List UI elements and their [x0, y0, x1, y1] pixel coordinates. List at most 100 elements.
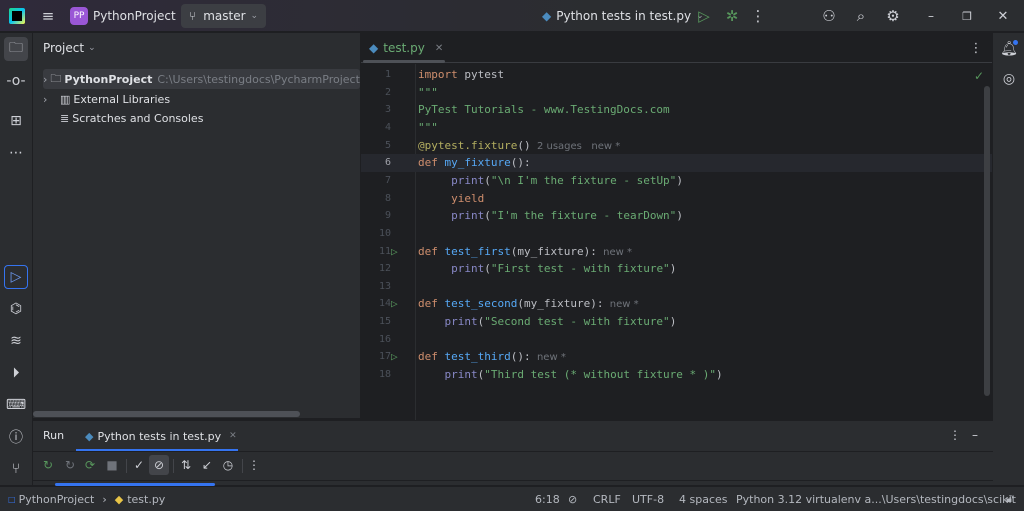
code-line[interactable]: 5 @pytest.fixture() 2 usages new * — [361, 137, 992, 155]
restore-icon[interactable]: ❐ — [956, 0, 978, 32]
sort-icon[interactable]: ⇅ — [176, 455, 196, 475]
run-tab-label: Python tests in test.py — [97, 429, 222, 443]
code-line[interactable]: 11 ▷ def test_first(my_fixture): new * — [361, 243, 992, 261]
run-tab[interactable]: ◆ Python tests in test.py ✕ — [85, 421, 237, 451]
stop-icon[interactable]: ■ — [102, 455, 122, 475]
tab-test-py[interactable]: ◆ test.py ✕ — [369, 33, 443, 63]
code-line[interactable]: 3 PyTest Tutorials - www.TestingDocs.com — [361, 101, 992, 119]
caret-position[interactable]: 6:18 — [535, 487, 560, 511]
close-tab-icon[interactable]: ✕ — [435, 43, 443, 54]
run-test-icon[interactable]: ▷ — [391, 243, 398, 261]
code-text: """ — [418, 119, 438, 137]
code-line[interactable]: 2 """ — [361, 84, 992, 102]
code-token: test_second — [444, 297, 518, 311]
show-passed-icon[interactable]: ✓ — [129, 455, 149, 475]
code-line[interactable]: 14 ▷ def test_second(my_fixture): new * — [361, 295, 992, 313]
line-ending[interactable]: CRLF — [593, 487, 621, 511]
code-token: """ — [418, 85, 438, 99]
vertical-scrollbar[interactable] — [984, 86, 990, 396]
project-panel-title[interactable]: Project ⌄ — [43, 41, 96, 55]
test-history-icon[interactable]: ◷ — [218, 455, 238, 475]
tree-item-external-libraries[interactable]: › ▥ External Libraries — [43, 89, 360, 109]
code-line[interactable]: 13 — [361, 278, 992, 296]
more-tools-icon[interactable]: ⋯ — [4, 141, 28, 165]
code-line[interactable]: 12 print("First test - with fixture") — [361, 260, 992, 278]
add-user-icon[interactable]: ⚇ — [818, 0, 840, 32]
main-menu-icon[interactable]: ≡ — [38, 0, 58, 32]
problems-icon[interactable]: ⓘ — [4, 425, 28, 449]
terminal-icon[interactable]: ⌨ — [4, 393, 28, 417]
code-line[interactable]: 10 — [361, 225, 992, 243]
show-ignored-icon[interactable]: ⊘ — [149, 455, 169, 475]
branch-selector[interactable]: ⑂ master ⌄ — [181, 4, 267, 28]
minimize-icon[interactable]: – — [920, 0, 942, 32]
code-token: ) — [669, 315, 677, 329]
rerun-icon[interactable]: ↻ — [38, 455, 58, 475]
run-tool-icon[interactable]: ▷ — [4, 265, 28, 289]
no-problems-check-icon: ✓ — [974, 69, 985, 83]
divider — [173, 459, 174, 473]
structure-icon[interactable]: ⊞ — [4, 109, 28, 133]
commit-icon[interactable]: -o- — [4, 69, 28, 93]
run-test-icon[interactable]: ▷ — [391, 348, 398, 366]
import-tests-icon[interactable]: ↙ — [197, 455, 217, 475]
notifications-icon[interactable]: 🔔︎ — [997, 37, 1021, 61]
more-icon[interactable]: ⋮ — [244, 455, 264, 475]
tree-item-pythonproject[interactable]: › 🗀 PythonProject C:\Users\testingdocs\P… — [43, 69, 360, 89]
line-number: 12 — [378, 263, 391, 275]
tree-item-scratches[interactable]: ≣ Scratches and Consoles — [43, 108, 360, 128]
git-icon[interactable]: ⑂ — [4, 457, 28, 481]
more-icon[interactable]: ⋮ — [947, 427, 963, 443]
code-token: "\n I'm the fixture - setUp" — [490, 173, 677, 187]
indent[interactable]: 4 spaces — [679, 487, 728, 511]
debug-icon[interactable]: ✲ — [722, 0, 742, 32]
services-icon[interactable]: ⏵ — [4, 361, 28, 385]
breadcrumb-file[interactable]: test.py — [127, 493, 165, 506]
code-line[interactable]: 16 — [361, 331, 992, 349]
run-test-icon[interactable]: ▷ — [391, 295, 398, 313]
chevron-right-icon[interactable]: › — [43, 73, 47, 86]
hide-icon[interactable]: – — [967, 427, 983, 443]
settings-icon[interactable]: ⚙ — [882, 0, 904, 32]
ai-assistant-icon[interactable]: ◎ — [997, 67, 1021, 91]
python-console-icon[interactable]: ⌬ — [4, 297, 28, 321]
no-inspections-icon[interactable]: ⊘ — [568, 487, 577, 511]
code-text: print("Third test (* without fixture * )… — [418, 366, 723, 384]
chevron-right-icon[interactable]: › — [43, 93, 57, 106]
rerun-failed-icon[interactable]: ↻ — [60, 455, 80, 475]
line-number: 6 — [384, 157, 391, 169]
close-icon[interactable]: ✕ — [992, 0, 1014, 32]
toggle-auto-test-icon[interactable]: ⟳ — [80, 455, 100, 475]
project-selector[interactable]: PP PythonProject ⌄ — [70, 0, 188, 32]
code-line[interactable]: 15 print("Second test - with fixture") — [361, 313, 992, 331]
code-token: print — [444, 315, 478, 329]
breadcrumb-project[interactable]: PythonProject — [19, 493, 95, 506]
encoding[interactable]: UTF-8 — [632, 487, 664, 511]
code-line[interactable]: 9 print("I'm the fixture - tearDown") — [361, 207, 992, 225]
code-line[interactable]: 8 yield — [361, 190, 992, 208]
line-number: 16 — [378, 333, 391, 345]
code-line[interactable]: 18 print("Third test (* without fixture … — [361, 366, 992, 384]
lock-icon[interactable]: 🔓︎ — [1006, 487, 1013, 511]
code-line[interactable]: 7 print("\n I'm the fixture - setUp") — [361, 172, 992, 190]
code-token: print — [444, 368, 478, 382]
run-icon[interactable]: ▷ — [694, 0, 714, 32]
more-icon[interactable]: ⋮ — [748, 0, 768, 32]
code-line[interactable]: 4 """ — [361, 119, 992, 137]
code-token: ( — [484, 209, 491, 223]
close-tab-icon[interactable]: ✕ — [229, 431, 237, 441]
code-line[interactable]: 1 import pytest — [361, 66, 992, 84]
code-area[interactable]: 1 import pytest 2 """ 3 PyTest Tutorials - ww… — [361, 66, 992, 420]
code-token: "I'm the fixture - tearDown" — [490, 209, 677, 223]
layers-icon[interactable]: ≋ — [4, 329, 28, 353]
interpreter[interactable]: Python 3.12 virtualenv a...\Users\testin… — [736, 487, 1016, 511]
search-icon[interactable]: ⌕ — [850, 0, 872, 32]
code-line[interactable]: 6 def my_fixture(): — [361, 154, 992, 172]
code-token: ) — [676, 173, 683, 187]
project-tool-icon[interactable]: 🗀 — [4, 37, 28, 61]
more-icon[interactable]: ⋮ — [967, 39, 985, 57]
horizontal-scrollbar[interactable] — [33, 411, 300, 417]
code-line[interactable]: 17 ▷ def test_third(): new * — [361, 348, 992, 366]
run-config-selector[interactable]: ◆ Python tests in test.py ⌄ — [542, 0, 704, 32]
